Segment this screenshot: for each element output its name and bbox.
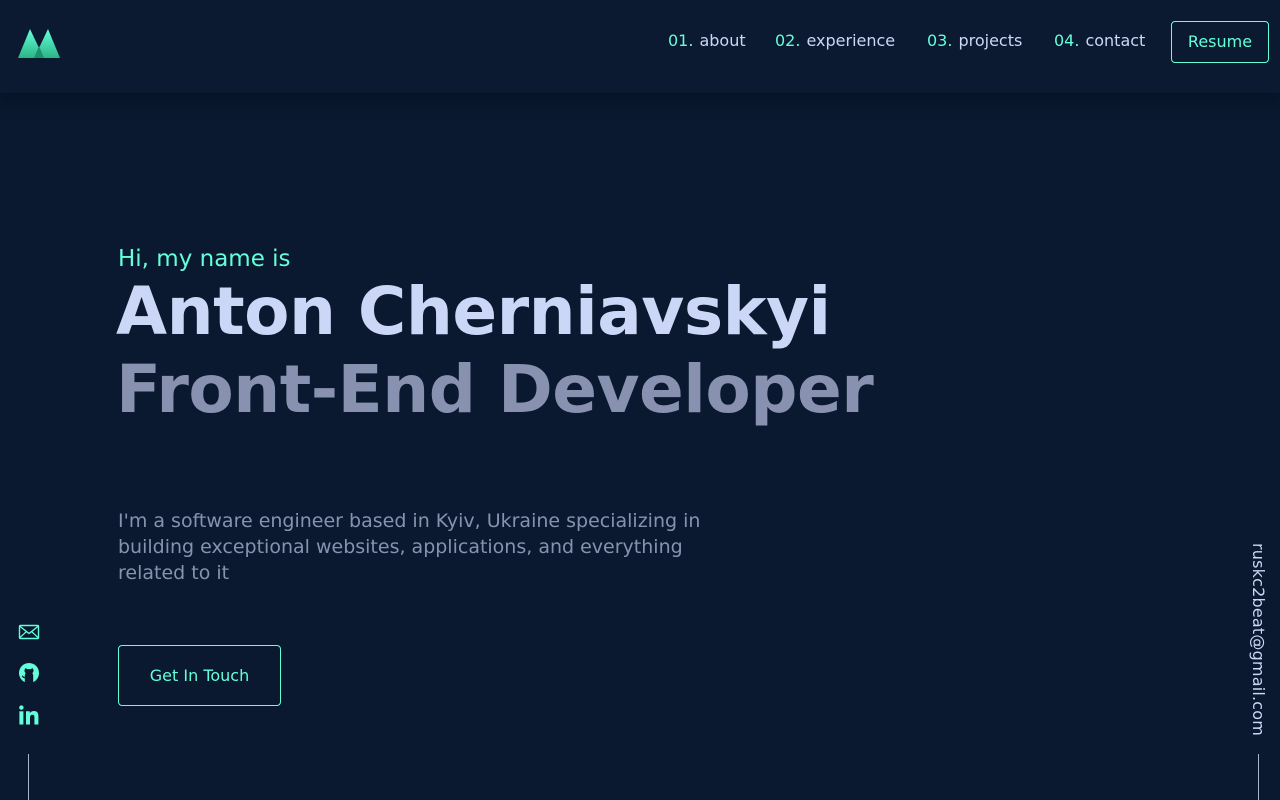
linkedin-icon <box>19 705 39 725</box>
top-navigation-bar: 01. about 02. experience 03. projects 04. co… <box>0 0 1280 93</box>
nav-label: contact <box>1085 31 1146 50</box>
hero-name: Anton Cherniavskyi <box>116 273 831 350</box>
nav-number: 03. <box>927 31 953 50</box>
nav-label: projects <box>958 31 1023 50</box>
nav-link-about[interactable]: 01. about <box>668 31 746 51</box>
logo-link[interactable] <box>18 28 60 58</box>
nav-label: experience <box>806 31 896 50</box>
hero-bio: I'm a software engineer based in Kyiv, U… <box>118 510 701 584</box>
social-github-link[interactable] <box>18 662 40 684</box>
right-vertical-line <box>1258 754 1259 800</box>
nav-link-contact[interactable]: 04. contact <box>1054 31 1145 51</box>
nav-link-experience[interactable]: 02. experience <box>775 31 895 51</box>
resume-button[interactable]: Resume <box>1171 21 1269 63</box>
github-icon <box>19 663 39 683</box>
side-email-link[interactable]: ruskc2beat@gmail.com <box>1247 543 1269 737</box>
social-email-link[interactable] <box>18 621 40 643</box>
nav-number: 04. <box>1054 31 1080 50</box>
m-mountain-logo-icon <box>18 29 60 58</box>
hero-role: Front-End Developer <box>116 351 874 428</box>
get-in-touch-button[interactable]: Get In Touch <box>118 645 281 706</box>
nav-number: 02. <box>775 31 801 50</box>
social-linkedin-link[interactable] <box>18 704 40 726</box>
left-vertical-line <box>28 754 29 800</box>
nav-label: about <box>699 31 746 50</box>
mail-icon <box>18 624 40 640</box>
nav-link-projects[interactable]: 03. projects <box>927 31 1022 51</box>
side-email-text: ruskc2beat@gmail.com <box>1249 543 1268 737</box>
nav-number: 01. <box>668 31 694 50</box>
